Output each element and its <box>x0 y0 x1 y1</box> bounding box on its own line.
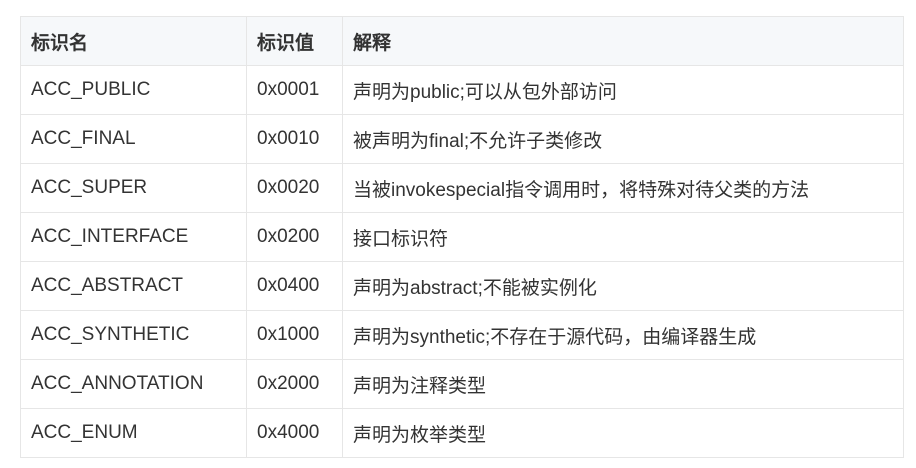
flag-value-cell: 0x0200 <box>246 212 343 262</box>
header-flag-name: 标识名 <box>20 16 247 66</box>
flag-name-cell: ACC_PUBLIC <box>20 65 247 115</box>
flag-value-cell: 0x4000 <box>246 408 343 458</box>
description-cell: 声明为注释类型 <box>342 359 904 409</box>
description-cell: 被声明为final;不允许子类修改 <box>342 114 904 164</box>
table-row: ACC_ANNOTATION 0x2000 声明为注释类型 <box>20 359 904 409</box>
table-row: ACC_ENUM 0x4000 声明为枚举类型 <box>20 408 904 458</box>
table-row: ACC_SUPER 0x0020 当被invokespecial指令调用时，将特… <box>20 163 904 213</box>
flag-name-cell: ACC_ABSTRACT <box>20 261 247 311</box>
flag-value-cell: 0x1000 <box>246 310 343 360</box>
table-body: ACC_PUBLIC 0x0001 声明为public;可以从包外部访问 ACC… <box>20 65 904 458</box>
table-row: ACC_SYNTHETIC 0x1000 声明为synthetic;不存在于源代… <box>20 310 904 360</box>
flag-name-cell: ACC_INTERFACE <box>20 212 247 262</box>
flag-value-cell: 0x0400 <box>246 261 343 311</box>
flag-name-cell: ACC_FINAL <box>20 114 247 164</box>
access-flags-table: 标识名 标识值 解释 ACC_PUBLIC 0x0001 声明为public;可… <box>20 16 904 458</box>
access-flags-table-container: 标识名 标识值 解释 ACC_PUBLIC 0x0001 声明为public;可… <box>20 16 904 458</box>
description-cell: 声明为synthetic;不存在于源代码，由编译器生成 <box>342 310 904 360</box>
flag-value-cell: 0x2000 <box>246 359 343 409</box>
header-flag-value: 标识值 <box>246 16 343 66</box>
description-cell: 声明为abstract;不能被实例化 <box>342 261 904 311</box>
flag-value-cell: 0x0001 <box>246 65 343 115</box>
description-cell: 当被invokespecial指令调用时，将特殊对待父类的方法 <box>342 163 904 213</box>
flag-name-cell: ACC_ANNOTATION <box>20 359 247 409</box>
flag-name-cell: ACC_SYNTHETIC <box>20 310 247 360</box>
table-row: ACC_INTERFACE 0x0200 接口标识符 <box>20 212 904 262</box>
description-cell: 接口标识符 <box>342 212 904 262</box>
description-cell: 声明为public;可以从包外部访问 <box>342 65 904 115</box>
table-header: 标识名 标识值 解释 <box>20 16 904 66</box>
table-row: ACC_ABSTRACT 0x0400 声明为abstract;不能被实例化 <box>20 261 904 311</box>
table-row: ACC_FINAL 0x0010 被声明为final;不允许子类修改 <box>20 114 904 164</box>
header-row: 标识名 标识值 解释 <box>20 16 904 66</box>
flag-value-cell: 0x0010 <box>246 114 343 164</box>
flag-name-cell: ACC_ENUM <box>20 408 247 458</box>
header-description: 解释 <box>342 16 904 66</box>
table-row: ACC_PUBLIC 0x0001 声明为public;可以从包外部访问 <box>20 65 904 115</box>
flag-name-cell: ACC_SUPER <box>20 163 247 213</box>
flag-value-cell: 0x0020 <box>246 163 343 213</box>
description-cell: 声明为枚举类型 <box>342 408 904 458</box>
